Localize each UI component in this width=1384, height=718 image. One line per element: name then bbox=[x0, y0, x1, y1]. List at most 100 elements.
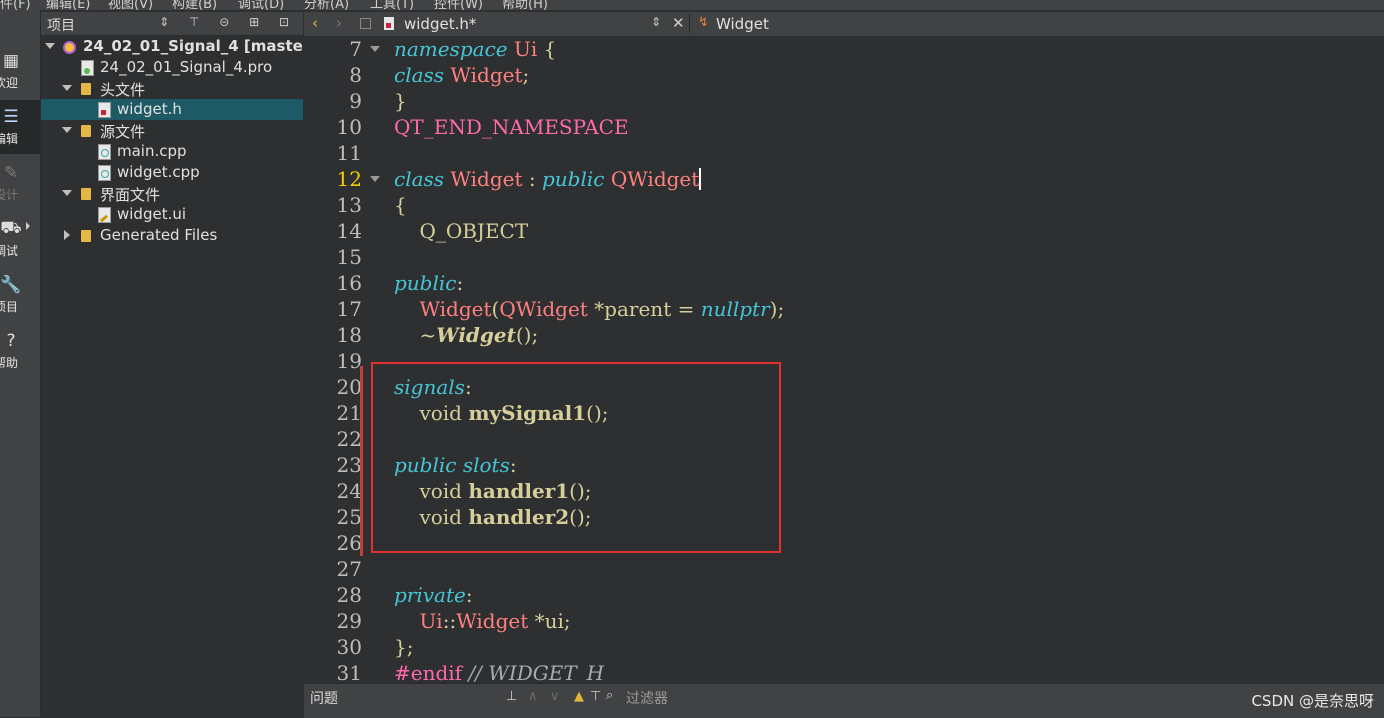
code-line: #endif // WIDGET_H bbox=[394, 661, 605, 683]
mode-design[interactable]: ✎ 设计 bbox=[0, 156, 40, 210]
folder-icon bbox=[81, 230, 91, 242]
project-tree: 24_02_01_Signal_4 [master] 24_02_01_Sign… bbox=[41, 36, 317, 717]
bug-icon: ⛟ bbox=[0, 218, 22, 238]
clean-icon[interactable]: ⊥ bbox=[506, 689, 517, 704]
issues-panel-bar: 问题 ⊥ ∧ ∨ ▲ ⊤ ⌕ 过滤器 CSDN @是奈思呀 bbox=[304, 683, 1384, 718]
code-line: class Widget; bbox=[394, 63, 530, 87]
warning-icon[interactable]: ▲ bbox=[574, 689, 584, 704]
forward-icon[interactable]: › bbox=[336, 14, 342, 32]
search-icon: ⌕ bbox=[606, 688, 614, 703]
line-number: 24 bbox=[336, 479, 362, 503]
ui-file-icon bbox=[98, 207, 111, 223]
fold-icon[interactable] bbox=[370, 176, 380, 182]
change-marker bbox=[360, 366, 363, 556]
collapse-arrow-icon[interactable] bbox=[64, 230, 70, 240]
help-icon: ? bbox=[6, 331, 16, 351]
line-number: 22 bbox=[336, 427, 362, 451]
tree-item-headers[interactable]: 头文件 bbox=[41, 78, 303, 99]
fold-icon[interactable] bbox=[370, 46, 380, 52]
project-panel-title: 项目 bbox=[47, 18, 75, 34]
line-number: 15 bbox=[336, 245, 362, 269]
expand-arrow-icon[interactable] bbox=[62, 127, 72, 133]
code-line: { bbox=[394, 193, 407, 217]
line-number: 27 bbox=[336, 557, 362, 581]
code-line: private: bbox=[394, 583, 473, 607]
line-number: 8 bbox=[349, 63, 362, 87]
filter-input[interactable]: 过滤器 bbox=[626, 688, 668, 708]
down-icon[interactable]: ∨ bbox=[550, 689, 560, 704]
menu-analyze[interactable]: 分析(A) bbox=[304, 0, 349, 10]
line-number: 31 bbox=[336, 661, 362, 685]
tree-item-forms[interactable]: 界面文件 bbox=[41, 183, 303, 204]
line-number: 23 bbox=[336, 453, 362, 477]
project-panel-header: 项目 ⇕ ⊤ ⊝ ⊞ ⊡ bbox=[41, 12, 303, 36]
wrench-icon: 🔧 bbox=[0, 275, 22, 295]
line-number: 28 bbox=[336, 583, 362, 607]
code-line: public: bbox=[394, 271, 464, 295]
code-line: Q_OBJECT bbox=[419, 219, 529, 243]
code-line: Widget(QWidget *parent = nullptr); bbox=[419, 297, 785, 321]
project-icon bbox=[63, 41, 76, 54]
expand-arrow-icon[interactable] bbox=[45, 43, 55, 49]
symbol-selector[interactable]: Widget bbox=[716, 15, 769, 33]
back-icon[interactable]: ‹ bbox=[312, 14, 318, 32]
expand-arrow-icon[interactable] bbox=[62, 85, 72, 91]
expand-arrow-icon[interactable] bbox=[62, 190, 72, 196]
toolbar-divider bbox=[689, 14, 690, 33]
code-editor[interactable]: namespace Ui { class Widget; } QT_END_NA… bbox=[388, 37, 1384, 683]
menu-view[interactable]: 视图(V) bbox=[108, 0, 153, 10]
menu-edit[interactable]: 编辑(E) bbox=[46, 0, 90, 10]
project-panel-footer bbox=[41, 683, 303, 717]
tree-item-widget-h[interactable]: widget.h bbox=[41, 99, 303, 120]
cpp-file-icon bbox=[98, 165, 111, 181]
menu-tools[interactable]: 工具(T) bbox=[370, 0, 414, 10]
edit-icon: ☰ bbox=[3, 107, 19, 127]
line-number: 20 bbox=[336, 375, 362, 399]
line-number: 26 bbox=[336, 531, 362, 555]
project-panel-tools[interactable]: ⇕ ⊤ ⊝ ⊞ ⊡ bbox=[159, 15, 297, 29]
updown-arrows-icon[interactable]: ⇕ bbox=[651, 15, 661, 29]
header-file-icon bbox=[384, 17, 394, 30]
class-icon: ↯ bbox=[698, 15, 709, 30]
line-number: 11 bbox=[336, 141, 362, 165]
lock-icon bbox=[360, 18, 371, 29]
pen-icon: ✎ bbox=[3, 163, 19, 183]
menu-debug[interactable]: 调试(D) bbox=[238, 0, 284, 10]
tree-item-widget-ui[interactable]: widget.ui bbox=[41, 204, 303, 225]
pro-file-icon bbox=[81, 60, 94, 76]
tree-item-widget-cpp[interactable]: widget.cpp bbox=[41, 162, 303, 183]
tree-item-sources[interactable]: 源文件 bbox=[41, 120, 303, 141]
line-number: 29 bbox=[336, 609, 362, 633]
mode-projects[interactable]: 🔧 项目 bbox=[0, 268, 40, 322]
close-icon[interactable]: ✕ bbox=[672, 14, 685, 32]
tree-item-main-cpp[interactable]: main.cpp bbox=[41, 141, 303, 162]
menu-file[interactable]: 件(F) bbox=[0, 0, 31, 10]
menu-controls[interactable]: 控件(W) bbox=[434, 0, 483, 10]
document-selector[interactable]: widget.h* bbox=[404, 15, 476, 33]
line-number: 30 bbox=[336, 635, 362, 659]
grid-icon: ▦ bbox=[2, 51, 20, 71]
line-number-gutter: 7 8 9 10 11 12 13 14 15 16 17 18 19 20 2… bbox=[304, 37, 388, 685]
line-number: 9 bbox=[349, 89, 362, 113]
line-number: 21 bbox=[336, 401, 362, 425]
tree-item-pro-file[interactable]: 24_02_01_Signal_4.pro bbox=[41, 57, 303, 78]
filter-icon[interactable]: ⊤ bbox=[590, 689, 601, 704]
tree-item-project[interactable]: 24_02_01_Signal_4 [master] bbox=[41, 36, 317, 57]
menu-build[interactable]: 构建(B) bbox=[172, 0, 217, 10]
tree-item-generated[interactable]: Generated Files bbox=[41, 225, 303, 246]
folder-icon bbox=[81, 83, 91, 95]
line-number: 16 bbox=[336, 271, 362, 295]
line-number: 17 bbox=[336, 297, 362, 321]
mode-welcome[interactable]: ▦ 欢迎 bbox=[0, 44, 40, 98]
text-cursor bbox=[699, 168, 702, 190]
code-line: } bbox=[394, 89, 407, 113]
mode-debug[interactable]: ⛟ 调试 bbox=[0, 212, 40, 266]
up-icon[interactable]: ∧ bbox=[528, 689, 538, 704]
mode-help[interactable]: ? 帮助 bbox=[0, 324, 40, 378]
line-number: 25 bbox=[336, 505, 362, 529]
mode-edit[interactable]: ☰ 编辑 bbox=[0, 100, 40, 154]
folder-icon bbox=[81, 125, 91, 137]
header-file-icon bbox=[98, 102, 111, 118]
code-line: namespace Ui { bbox=[394, 37, 557, 61]
menu-help[interactable]: 帮助(H) bbox=[502, 0, 548, 10]
